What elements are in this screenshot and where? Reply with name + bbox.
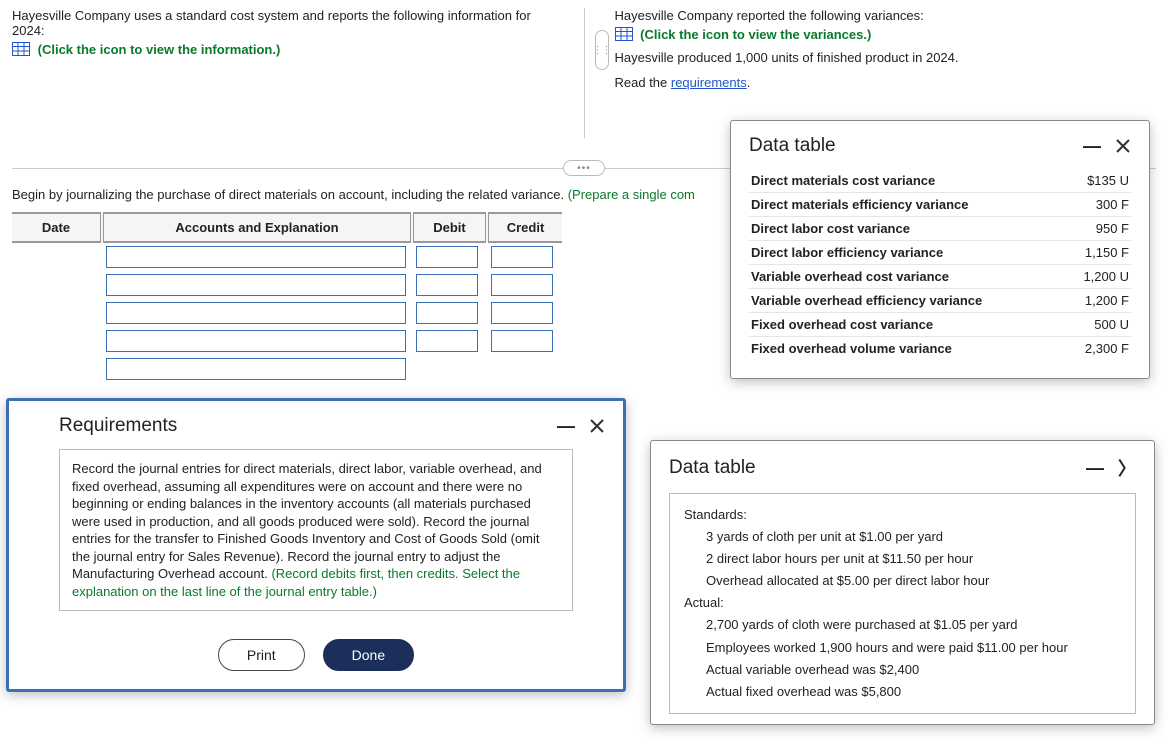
- standards-modal: Data table — 〉 Standards: 3 yards of clo…: [650, 440, 1155, 725]
- standard-line: Overhead allocated at $5.00 per direct l…: [684, 570, 1121, 592]
- minimize-icon[interactable]: —: [1086, 458, 1104, 479]
- standards-label: Standards:: [684, 504, 1121, 526]
- chevron-right-icon[interactable]: 〉: [1118, 455, 1136, 481]
- account-input[interactable]: [106, 246, 406, 268]
- variance-value: 500 U: [1065, 313, 1131, 337]
- done-button[interactable]: Done: [323, 639, 414, 671]
- modal-title: Data table: [749, 135, 836, 157]
- variance-value: 2,300 F: [1065, 337, 1131, 361]
- table-row: Variable overhead efficiency variance1,2…: [749, 289, 1131, 313]
- variance-value: 300 F: [1065, 193, 1131, 217]
- table-row: Direct materials efficiency variance300 …: [749, 193, 1131, 217]
- actual-line: Employees worked 1,900 hours and were pa…: [684, 637, 1121, 659]
- table-row: Direct labor efficiency variance1,150 F: [749, 241, 1131, 265]
- minimize-icon[interactable]: —: [557, 416, 575, 437]
- variance-label: Direct materials cost variance: [749, 169, 1065, 193]
- read-requirements: Read the requirements.: [615, 75, 1157, 90]
- variances-table: Direct materials cost variance$135 UDire…: [749, 169, 1131, 360]
- table-row: Variable overhead cost variance1,200 U: [749, 265, 1131, 289]
- account-input[interactable]: [106, 302, 406, 324]
- table-row: [12, 299, 562, 327]
- standard-line: 3 yards of cloth per unit at $1.00 per y…: [684, 526, 1121, 548]
- variances-modal: Data table — Direct materials cost varia…: [730, 120, 1150, 379]
- standards-box: Standards: 3 yards of cloth per unit at …: [669, 493, 1136, 714]
- click-variances-link[interactable]: (Click the icon to view the variances.): [640, 27, 871, 42]
- variance-label: Direct materials efficiency variance: [749, 193, 1065, 217]
- account-input[interactable]: [106, 330, 406, 352]
- debit-input[interactable]: [416, 246, 478, 268]
- table-row: [12, 242, 562, 271]
- close-icon[interactable]: [1115, 138, 1131, 154]
- table-row: [12, 327, 562, 355]
- vertical-divider: [584, 8, 585, 138]
- intro-right: ⋮⋮ Hayesville Company reported the follo…: [615, 8, 1157, 138]
- close-icon[interactable]: [589, 418, 605, 434]
- credit-input[interactable]: [491, 274, 553, 296]
- actual-line: Actual variable overhead was $2,400: [684, 659, 1121, 681]
- debit-input[interactable]: [416, 330, 478, 352]
- credit-input[interactable]: [491, 302, 553, 324]
- variance-label: Direct labor cost variance: [749, 217, 1065, 241]
- produced-text: Hayesville produced 1,000 units of finis…: [615, 50, 1157, 65]
- requirements-modal: Requirements — Record the journal entrie…: [6, 398, 626, 692]
- debit-input[interactable]: [416, 302, 478, 324]
- minimize-icon[interactable]: —: [1083, 136, 1101, 157]
- account-input[interactable]: [106, 274, 406, 296]
- table-row: [12, 355, 562, 383]
- intro-right-text: Hayesville Company reported the followin…: [615, 8, 1157, 23]
- variance-value: 1,200 F: [1065, 289, 1131, 313]
- print-button[interactable]: Print: [218, 639, 305, 671]
- col-header-date: Date: [12, 213, 102, 242]
- actual-label: Actual:: [684, 592, 1121, 614]
- debit-input[interactable]: [416, 274, 478, 296]
- table-row: Direct labor cost variance950 F: [749, 217, 1131, 241]
- divider-expand[interactable]: •••: [563, 160, 605, 176]
- intro-left: Hayesville Company uses a standard cost …: [12, 8, 554, 138]
- col-header-credit: Credit: [487, 213, 562, 242]
- variance-label: Variable overhead cost variance: [749, 265, 1065, 289]
- table-row: Fixed overhead volume variance2,300 F: [749, 337, 1131, 361]
- variance-label: Direct labor efficiency variance: [749, 241, 1065, 265]
- variance-label: Fixed overhead cost variance: [749, 313, 1065, 337]
- table-icon[interactable]: [12, 42, 30, 56]
- col-header-debit: Debit: [412, 213, 487, 242]
- table-row: Direct materials cost variance$135 U: [749, 169, 1131, 193]
- col-header-accounts: Accounts and Explanation: [102, 213, 412, 242]
- standard-line: 2 direct labor hours per unit at $11.50 …: [684, 548, 1121, 570]
- modal-title: Requirements: [27, 415, 177, 437]
- variance-label: Fixed overhead volume variance: [749, 337, 1065, 361]
- requirements-link[interactable]: requirements: [671, 75, 747, 90]
- table-icon[interactable]: [615, 27, 633, 41]
- account-input[interactable]: [106, 358, 406, 380]
- table-row: [12, 271, 562, 299]
- intro-left-text: Hayesville Company uses a standard cost …: [12, 8, 554, 38]
- variance-value: 1,150 F: [1065, 241, 1131, 265]
- click-info-link[interactable]: (Click the icon to view the information.…: [38, 42, 281, 57]
- requirements-text: Record the journal entries for direct ma…: [59, 449, 573, 611]
- variance-value: $135 U: [1065, 169, 1131, 193]
- actual-line: 2,700 yards of cloth were purchased at $…: [684, 614, 1121, 636]
- variance-label: Variable overhead efficiency variance: [749, 289, 1065, 313]
- modal-title: Data table: [669, 457, 756, 479]
- variance-value: 950 F: [1065, 217, 1131, 241]
- table-row: Fixed overhead cost variance500 U: [749, 313, 1131, 337]
- problem-intro-row: Hayesville Company uses a standard cost …: [12, 8, 1156, 138]
- column-toggle[interactable]: ⋮⋮: [595, 30, 609, 70]
- journal-entry-table: Date Accounts and Explanation Debit Cred…: [12, 212, 562, 383]
- actual-line: Actual fixed overhead was $5,800: [684, 681, 1121, 703]
- credit-input[interactable]: [491, 330, 553, 352]
- credit-input[interactable]: [491, 246, 553, 268]
- variance-value: 1,200 U: [1065, 265, 1131, 289]
